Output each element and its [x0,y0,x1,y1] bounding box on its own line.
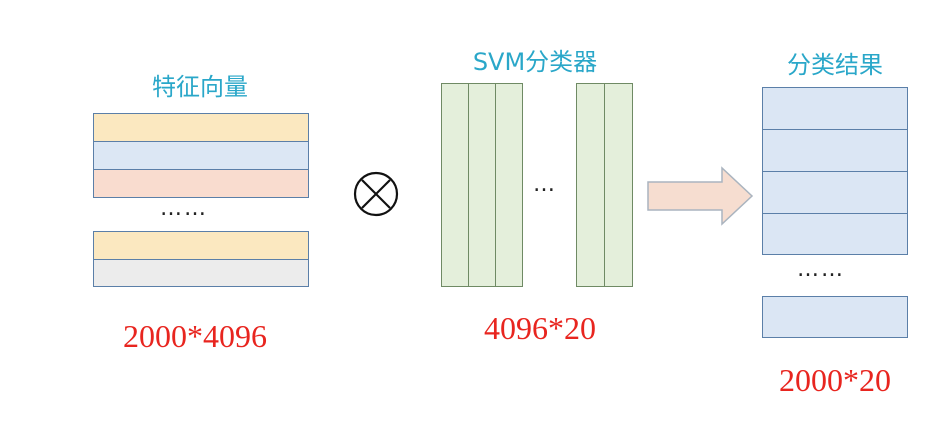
svm-column-1 [441,83,469,287]
result-ellipsis: …… [797,257,845,282]
svm-dimension: 4096*20 [484,310,596,346]
right-arrow-icon [646,166,756,226]
result-cell-last [762,296,908,338]
svm-column-3 [495,83,523,287]
svm-column-2 [468,83,496,287]
svm-ellipsis: … [533,172,557,197]
circled-times-icon [352,170,400,218]
svm-column-4 [576,83,605,287]
diagram: 特征向量 …… 2000*4096 SVM分类器 … 4096*20 分类结果 … [0,0,950,424]
result-cell-1 [762,87,908,130]
result-cell-3 [762,171,908,214]
svm-classifier-title: SVM分类器 [472,48,598,76]
feature-row-salmon [93,169,309,198]
feature-row-yellow-2 [93,231,309,260]
feature-dimension: 2000*4096 [123,318,267,354]
result-dimension: 2000*20 [779,362,891,398]
svm-column-5 [604,83,633,287]
feature-ellipsis: …… [160,196,208,221]
feature-vectors-title: 特征向量 [152,73,248,101]
feature-row-gray [93,259,309,287]
result-title: 分类结果 [787,51,883,79]
result-cell-2 [762,129,908,172]
result-cell-4 [762,213,908,255]
feature-row-yellow-1 [93,113,309,142]
feature-row-blue [93,141,309,170]
